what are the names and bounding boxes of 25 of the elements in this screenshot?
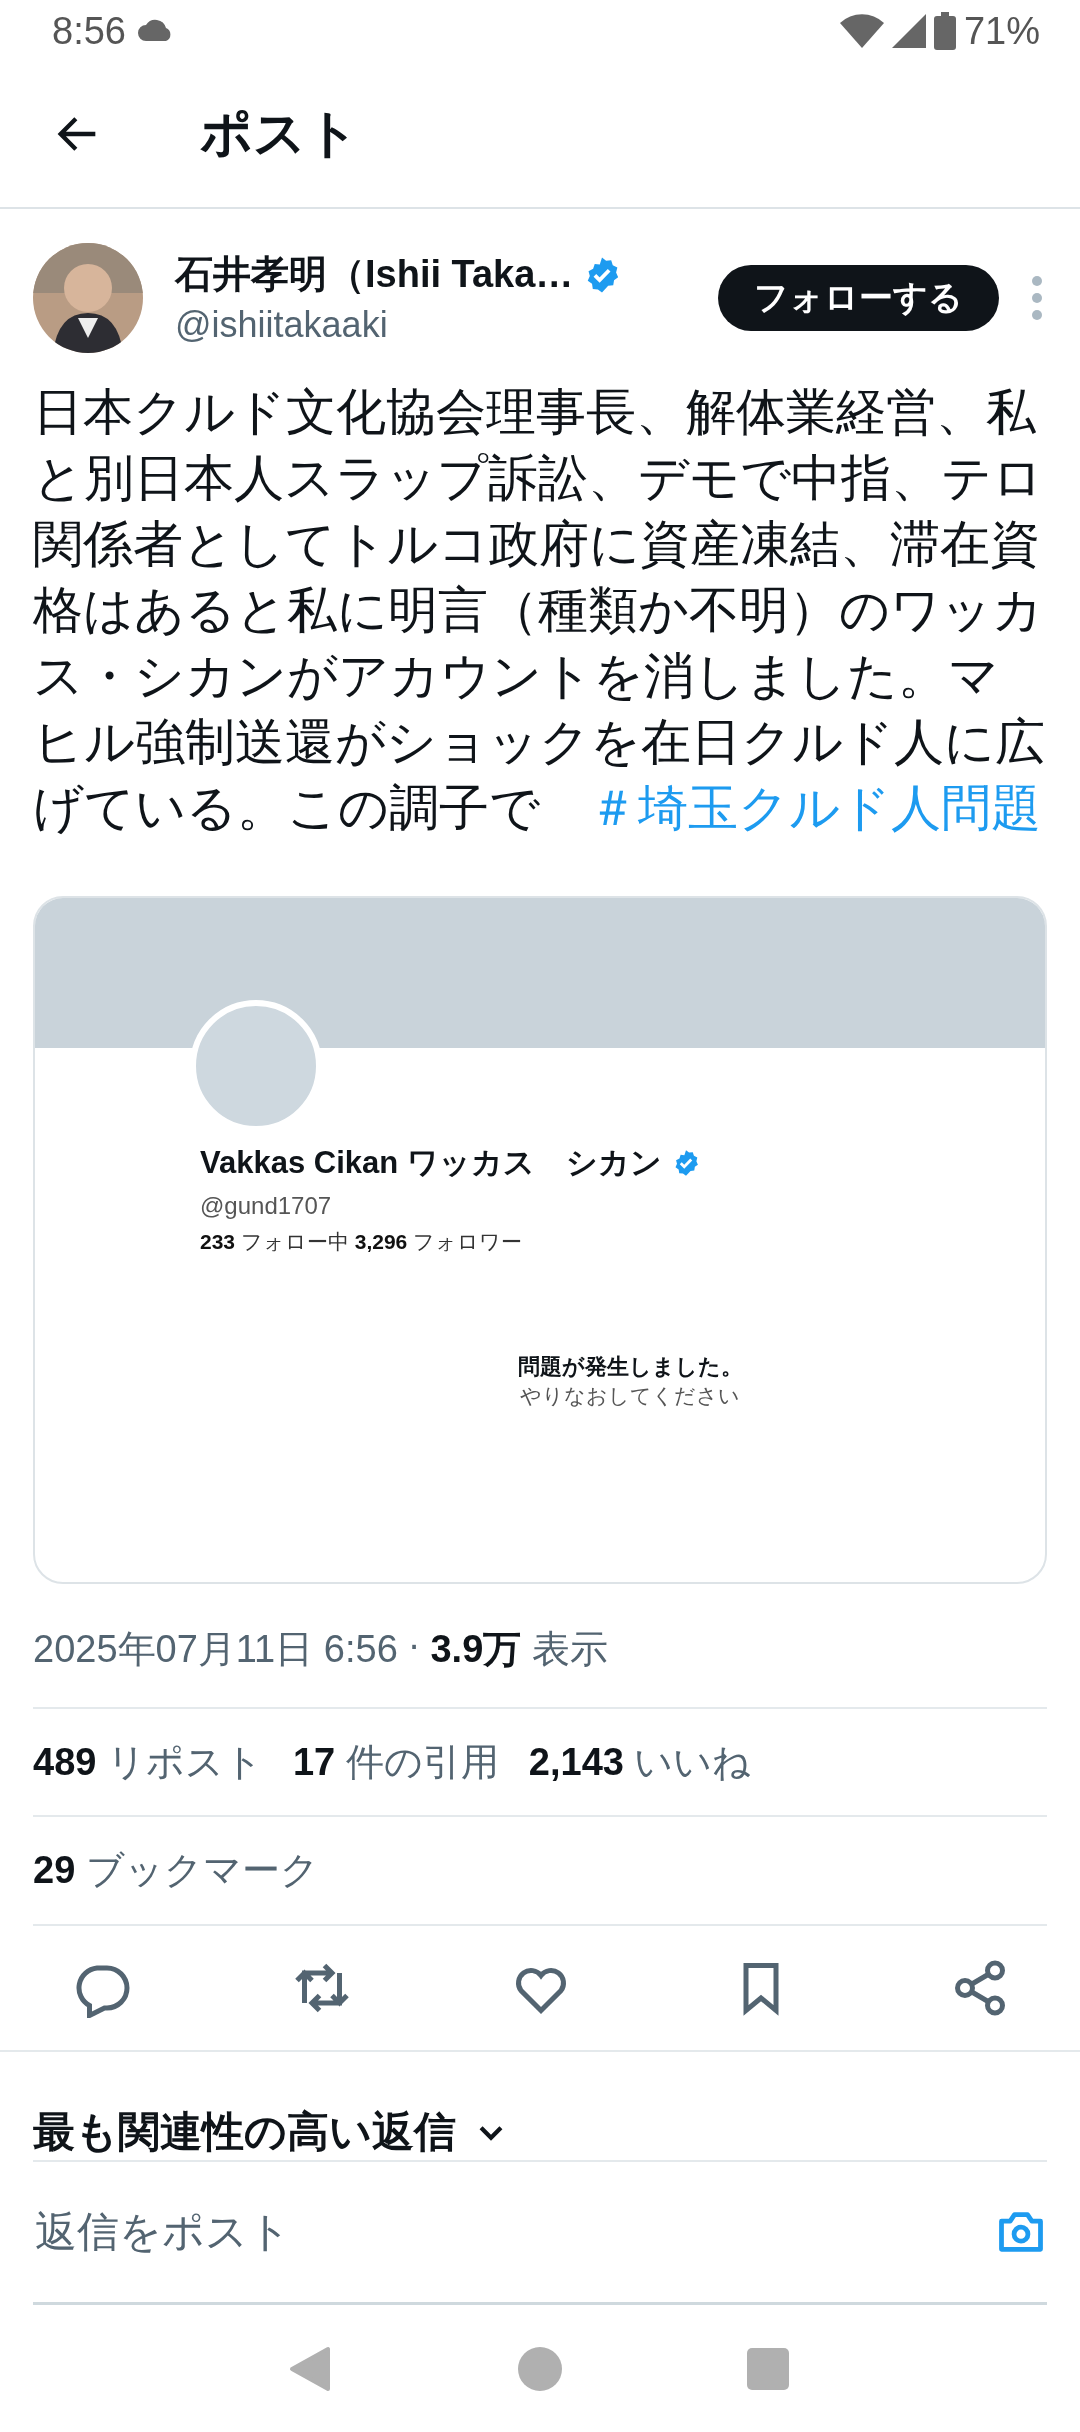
engagement-stat[interactable]: 17 件の引用 [292, 1736, 499, 1788]
page-title: ポスト [200, 103, 359, 165]
follow-button[interactable]: フォローする [718, 264, 999, 331]
error-message: 問題が発生しました。 [517, 1352, 743, 1381]
author-name[interactable]: 石井孝明（Ishii Taka… [175, 249, 574, 301]
post-text: 日本クルド文化協会理事長、解体業経営、私と別日本人スラップ訴訟、デモで中指、テロ関係者としてトルコ政府に資産凍結、滞在資格はあると私に明言（種類か不明）のワッカス・シカンがアカウントを消しました。マヒル強制送還がショックを在日クルド人に広げている。この調子で ＃埼玉クルド人問題 [33, 382, 1046, 838]
battery-level: 71% [963, 9, 1040, 53]
wifi-icon [839, 14, 884, 49]
view-count: 3.9万 表示 [430, 1626, 608, 1672]
engagement-stat[interactable]: 2,143 いいね [528, 1736, 752, 1788]
author-handle[interactable]: @ishiitakaaki [175, 304, 718, 347]
follow-counts: 233 フォロー中 3,296 フォロワー [200, 1228, 524, 1255]
embedded-screenshot[interactable]: Vakkas Cikan ワッカス シカン @gund1707 233 フォロー中 3,296 フォロワー 問題が発生しました。 やりなおしてください [33, 895, 1047, 1584]
battery-icon [933, 12, 956, 51]
reply-sort-menu[interactable]: 最も関連性の高い返信 [33, 2104, 456, 2160]
bookmark-stat[interactable]: 29 ブックマーク [33, 1845, 319, 1897]
clock: 8:56 [52, 9, 126, 53]
post-timestamp: 2025年07月11日 6:56 [33, 1626, 398, 1672]
profile-name: Vakkas Cikan ワッカス シカン [200, 1143, 662, 1182]
signal-icon [891, 14, 926, 49]
error-hint: やりなおしてください [520, 1382, 740, 1409]
profile-handle: @gund1707 [200, 1191, 333, 1220]
engagement-stat[interactable]: 489 リポスト [33, 1736, 263, 1788]
reply-field[interactable]: 返信をポスト [33, 2207, 995, 2257]
separator-dot: · [407, 1623, 421, 1668]
